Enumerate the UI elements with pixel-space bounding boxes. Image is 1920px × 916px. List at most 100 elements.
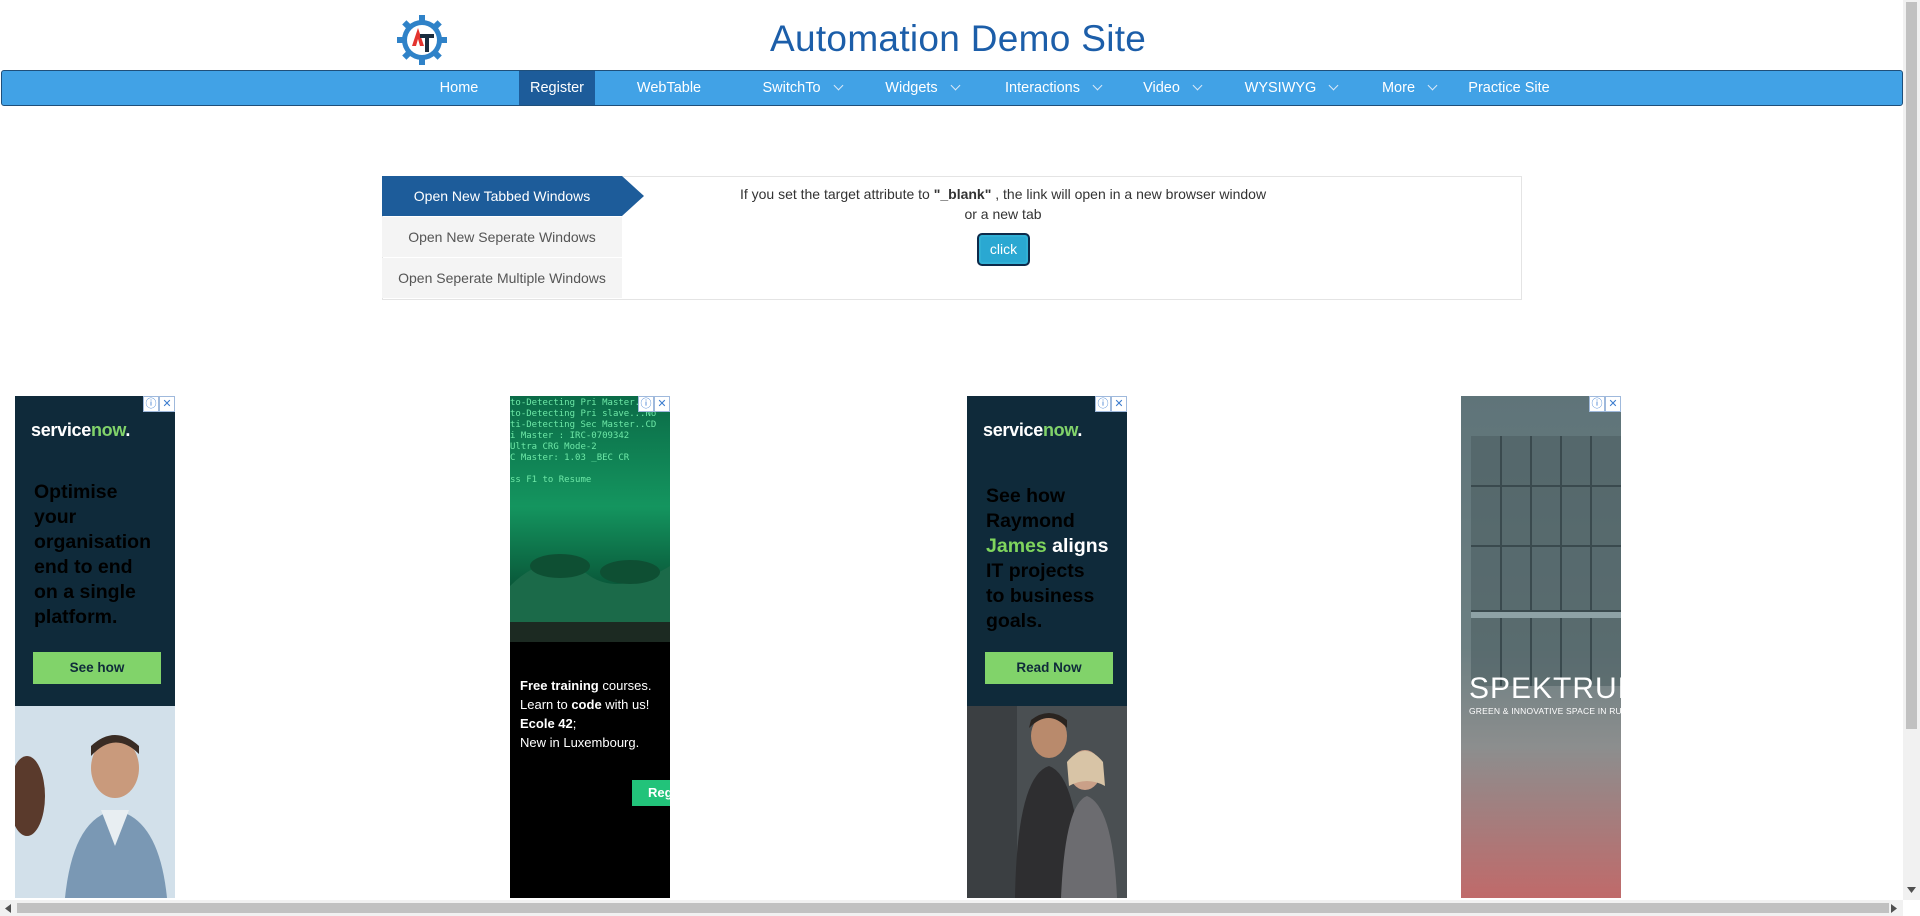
site-title: Automation Demo Site [770,18,1147,59]
nav-label: WYSIWYG [1244,80,1317,96]
code-line: ti-Detecting Sec Master..CD [510,420,657,430]
brand-accent: now [1042,420,1078,440]
nav-label: Video [1143,80,1180,96]
ad-text: See how [986,485,1066,507]
chevron-down-icon [1427,80,1438,91]
ad-ecole42[interactable]: to-Detecting Pri Master.. to-Detecting P… [510,396,670,898]
nav-practice-site[interactable]: Practice Site [1462,71,1556,105]
ad-text: James aligns [986,534,1121,559]
nav-label: SwitchTo [762,80,821,96]
nav-more[interactable]: More [1364,71,1454,105]
ad-close-icon[interactable]: ✕ [1111,396,1127,412]
ad-text: Free training [520,678,599,693]
active-tab-arrow [622,176,644,216]
nav-interactions[interactable]: Interactions [986,71,1120,105]
ad-close-icon[interactable]: ✕ [654,396,670,412]
ad-see-how-button[interactable]: See how [33,652,161,684]
ad-controls: ⓘ ✕ [1589,396,1621,412]
ad-controls: ⓘ ✕ [638,396,670,412]
nav-video[interactable]: Video [1126,71,1218,105]
nav-wysiwyg[interactable]: WYSIWYG [1228,71,1354,105]
chevron-down-icon [1092,80,1103,91]
code-line: i Master : IRC-0709342 [510,431,630,441]
scroll-left-arrow-icon[interactable] [4,904,12,913]
ad-text: IT projects [986,560,1085,582]
brand-suffix: . [125,420,131,440]
chevron-down-icon [833,80,843,91]
tab-open-new-seperate-windows[interactable]: Open New Seperate Windows [382,217,622,257]
ad-info-icon[interactable]: ⓘ [1589,396,1605,412]
ad-text: organisation [34,531,152,553]
nav-home[interactable]: Home [426,71,492,105]
nav-register[interactable]: Register [519,71,595,105]
main-nav: Home Register WebTable SwitchTo Widgets … [1,70,1903,106]
ad-banner: servicenow. See how Raymond James aligns… [967,396,1127,706]
ad-spektrum[interactable]: SPEKTRUM GREEN & INNOVATIVE SPACE IN RUM… [1461,396,1621,898]
nav-label: Widgets [885,80,938,96]
brand-suffix: . [1077,420,1083,440]
desc-bold: "_blank" [933,186,992,202]
ad-info-icon[interactable]: ⓘ [143,396,159,412]
tab-label: Open New Tabbed Windows [413,188,591,204]
code-line: to-Detecting Pri slave...No [510,409,657,419]
servicenow-logo: servicenow. [31,420,130,441]
gear-logo-icon[interactable] [396,14,448,66]
code-line: Ultra CRG Mode-2 [510,442,597,452]
ad-text: your [34,506,77,528]
chevron-down-icon [950,80,961,91]
ad-code-image: to-Detecting Pri Master.. to-Detecting P… [510,396,670,642]
chevron-down-icon [1192,80,1203,91]
nav-label: More [1381,80,1416,96]
scroll-right-arrow-icon[interactable] [1890,904,1898,913]
vertical-scrollbar-thumb[interactable] [1906,2,1917,729]
ad-controls: ⓘ ✕ [1095,396,1127,412]
ad-read-now-button[interactable]: Read Now [985,652,1113,684]
page: { "header": { "title": "Automation Demo … [0,0,1920,916]
vertical-scrollbar[interactable] [1903,0,1920,900]
ad-text: Ecole 42 [520,716,573,731]
tab-open-seperate-multiple-windows[interactable]: Open Seperate Multiple Windows [382,258,622,298]
code-line: C Master: 1.03 _BEC CR [510,453,630,463]
nav-label: Register [530,80,584,96]
ad-close-icon[interactable]: ✕ [159,396,175,412]
chevron-down-icon [1328,80,1339,91]
code-line: to-Detecting Pri Master.. [510,398,646,408]
ad-info-icon[interactable]: ⓘ [638,396,654,412]
ad-text: New in Luxembourg. [520,735,640,750]
nav-label: Interactions [1005,80,1080,96]
nav-label: Practice Site [1468,80,1550,96]
ad-register-button[interactable]: Reg [632,780,670,806]
scroll-down-arrow-icon[interactable] [1907,886,1916,894]
spektrum-logo: SPEKTRUM [1469,672,1621,705]
ad-text: goals. [986,610,1043,632]
ad-close-icon[interactable]: ✕ [1605,396,1621,412]
horizontal-scrollbar[interactable] [0,900,1903,916]
brand-accent: now [90,420,126,440]
brand-text: service [983,420,1043,440]
ad-info-icon[interactable]: ⓘ [1095,396,1111,412]
ad-text: to business [986,585,1095,607]
ad-text: Learn to [520,697,572,712]
tab-label: Open Seperate Multiple Windows [398,270,606,286]
ad-servicenow-2[interactable]: servicenow. See how Raymond James aligns… [967,396,1127,898]
click-button[interactable]: click [977,233,1030,266]
nav-label: Home [439,80,479,96]
nav-webtable[interactable]: WebTable [622,71,716,105]
horizontal-scrollbar-thumb[interactable] [17,903,1889,913]
desc-text: or a new tab [964,206,1042,222]
ad-servicenow-1[interactable]: servicenow. Optimise your organisation e… [15,396,175,898]
nav-switchto[interactable]: SwitchTo [746,71,858,105]
ad-text: end to end [34,556,133,578]
click-button-label: click [981,237,1026,262]
ad-text-block: Free training courses. Learn to code wit… [520,678,652,750]
ad-text: platform. [34,606,118,628]
ad-text: aligns [1046,535,1109,557]
ad-controls: ⓘ ✕ [143,396,175,412]
code-line: ss F1 to Resume [510,475,592,485]
ad-banner: servicenow. Optimise your organisation e… [15,396,175,706]
ad-text: courses. [598,678,652,693]
tab-label: Open New Seperate Windows [408,229,596,245]
tab-open-new-tabbed-windows[interactable]: Open New Tabbed Windows [382,176,644,216]
nav-widgets[interactable]: Widgets [868,71,976,105]
servicenow-logo: servicenow. [983,420,1082,441]
